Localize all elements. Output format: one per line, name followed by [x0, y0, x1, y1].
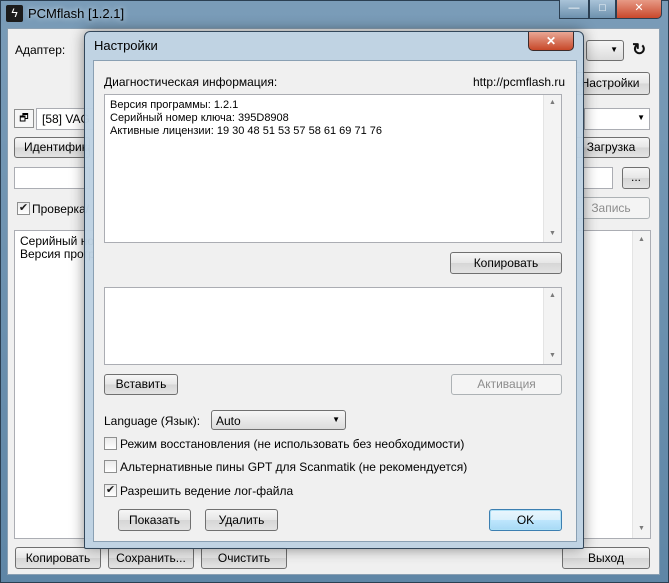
chevron-down-icon: ▼ [610, 45, 618, 54]
scroll-down-icon[interactable]: ▼ [544, 227, 561, 241]
diag-line: Версия программы: 1.2.1 [110, 99, 239, 111]
vehicle-combo-right[interactable]: ▼ [584, 108, 650, 130]
scroll-up-icon[interactable]: ▲ [544, 96, 561, 110]
scroll-down-icon[interactable]: ▼ [544, 349, 561, 363]
chevron-down-icon: ▼ [637, 113, 645, 122]
gpt-pins-checkbox[interactable] [104, 460, 117, 473]
adapter-combo[interactable]: ▼ [586, 40, 624, 61]
verify-checkbox-label: Проверка/ [32, 202, 90, 216]
language-select-value: Auto [216, 414, 241, 428]
delete-log-button[interactable]: Удалить [205, 509, 278, 531]
language-label: Language (Язык): [104, 414, 201, 428]
log-file-label: Разрешить ведение лог-файла [120, 484, 294, 498]
close-button[interactable]: ✕ [616, 0, 662, 19]
show-log-button[interactable]: Показать [118, 509, 191, 531]
minimize-button[interactable]: — [559, 0, 589, 19]
vehicle-combo-value: [58] VAG [42, 112, 90, 126]
paste-button[interactable]: Вставить [104, 374, 178, 395]
copy-log-button[interactable]: Копировать [15, 547, 101, 569]
gpt-pins-label: Альтернативные пины GPT для Scanmatik (н… [120, 460, 468, 474]
log-file-checkbox[interactable]: ✔ [104, 484, 117, 497]
diag-line: Серийный номер ключа: 395D8908 [110, 112, 289, 124]
verify-checkbox[interactable]: ✔ [17, 202, 30, 215]
recovery-mode-label: Режим восстановления (не использовать бе… [120, 437, 465, 451]
file-path-field[interactable] [14, 167, 90, 189]
window-toggle-icon[interactable]: 🗗 [14, 109, 34, 128]
lightning-icon: ϟ [6, 5, 23, 22]
log-scrollbar[interactable]: ▲ ▼ [632, 231, 650, 538]
scroll-up-icon[interactable]: ▲ [544, 289, 561, 303]
exit-button[interactable]: Выход [562, 547, 650, 569]
chevron-down-icon: ▼ [332, 415, 340, 424]
scroll-up-icon[interactable]: ▲ [633, 233, 650, 247]
diag-scrollbar[interactable]: ▲ ▼ [543, 95, 561, 242]
refresh-icon[interactable]: ↻ [632, 40, 646, 60]
copy-diag-button[interactable]: Копировать [450, 252, 562, 274]
diag-line: Активные лицензии: 19 30 48 51 53 57 58 … [110, 125, 382, 137]
identify-button[interactable]: Идентифика [14, 137, 90, 158]
dialog-title: Настройки [94, 38, 158, 53]
adapter-label: Адаптер: [15, 43, 66, 57]
language-select[interactable]: Auto ▼ [211, 410, 346, 430]
browse-button[interactable]: ... [622, 167, 650, 189]
ok-button[interactable]: OK [489, 509, 562, 531]
site-url[interactable]: http://pcmflash.ru [473, 75, 565, 89]
license-memo[interactable]: ▲ ▼ [104, 287, 562, 365]
diag-info-memo[interactable]: Версия программы: 1.2.1 Серийный номер к… [104, 94, 562, 243]
activate-button[interactable]: Активация [451, 374, 562, 395]
license-scrollbar[interactable]: ▲ ▼ [543, 288, 561, 364]
file-path-field-right[interactable] [580, 167, 613, 189]
clear-log-button[interactable]: Очистить [201, 547, 287, 569]
diag-info-label: Диагностическая информация: [104, 75, 278, 89]
scroll-down-icon[interactable]: ▼ [633, 522, 650, 536]
maximize-button[interactable]: □ [589, 0, 616, 19]
main-window-title: PCMflash [1.2.1] [28, 6, 125, 21]
save-log-button[interactable]: Сохранить... [108, 547, 194, 569]
recovery-mode-checkbox[interactable] [104, 437, 117, 450]
dialog-close-button[interactable]: ✕ [528, 32, 574, 51]
